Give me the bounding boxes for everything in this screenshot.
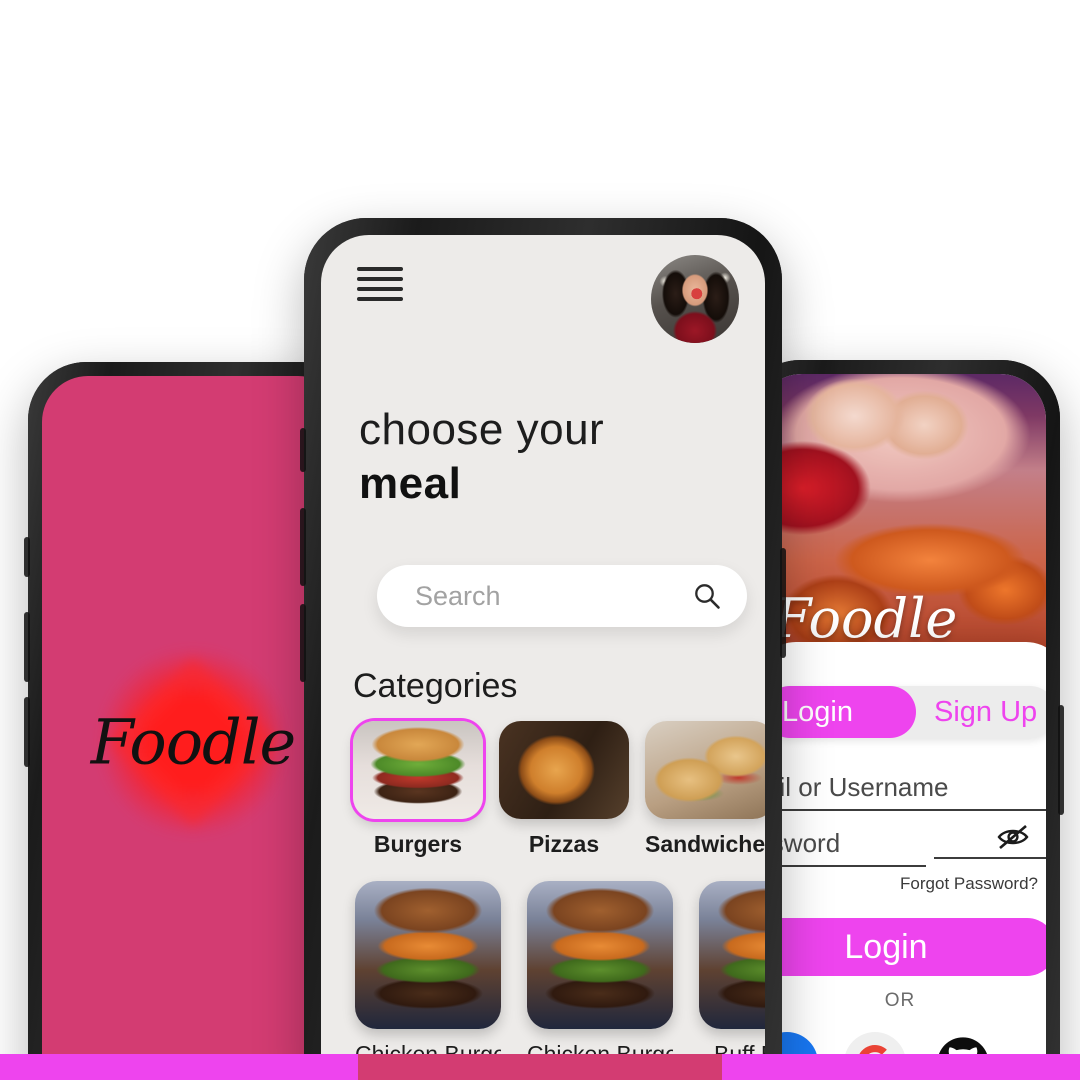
category-label: Pizzas bbox=[528, 831, 600, 857]
phone-left-screen: Foodle bbox=[42, 376, 344, 1080]
category-thumb-pizzas bbox=[499, 721, 629, 819]
hero-logo-text: Foodle bbox=[774, 587, 958, 650]
auth-tab-group: Login Sign Up bbox=[764, 686, 1046, 738]
side-button-volume-down[interactable] bbox=[300, 604, 306, 682]
category-thumb-sandwiches bbox=[645, 721, 765, 819]
item-thumb bbox=[355, 881, 501, 1029]
side-button-volume-down[interactable] bbox=[24, 697, 30, 767]
side-button-mute[interactable] bbox=[24, 537, 30, 577]
phone-right-screen: Foodle Login Sign Up Email or Username P… bbox=[756, 374, 1046, 1080]
password-field-underline-extension bbox=[934, 857, 1046, 859]
tab-signup[interactable]: Sign Up bbox=[934, 686, 1037, 738]
login-hero-image: Foodle bbox=[756, 374, 1046, 674]
tab-login[interactable]: Login bbox=[782, 686, 853, 738]
section-heading-categories: Categories bbox=[353, 667, 518, 705]
category-card-pizzas[interactable]: Pizzas bbox=[499, 721, 629, 858]
login-submit-label: Login bbox=[844, 928, 928, 966]
search-placeholder: Search bbox=[415, 581, 501, 611]
page-title-line1: choose your bbox=[359, 405, 605, 454]
side-button-power[interactable] bbox=[1058, 705, 1064, 815]
search-icon[interactable] bbox=[693, 582, 721, 610]
item-thumb bbox=[527, 881, 673, 1029]
category-card-burgers[interactable]: Burgers bbox=[353, 721, 483, 858]
page-title-line2: meal bbox=[359, 459, 462, 508]
burger-image bbox=[353, 721, 483, 819]
category-label: Sandwiches bbox=[645, 831, 765, 857]
bottom-color-strip bbox=[0, 1054, 1080, 1080]
side-button-volume-up[interactable] bbox=[300, 508, 306, 586]
item-card[interactable]: Chicken Burger bbox=[355, 881, 501, 1068]
avatar-photo bbox=[651, 255, 739, 343]
item-card[interactable]: Chicken Burger bbox=[527, 881, 673, 1068]
search-input[interactable]: Search bbox=[377, 565, 747, 627]
side-button-mute[interactable] bbox=[300, 428, 306, 472]
category-row: Burgers Pizzas Sandwiches bbox=[353, 721, 765, 871]
item-row: Chicken Burger Chicken Burger Buff Burge… bbox=[349, 881, 765, 1080]
screenshot-canvas: Foodle Foodle Login Sign Up Email or Use… bbox=[0, 0, 1080, 1080]
pizza-image bbox=[499, 721, 629, 819]
hamburger-menu-icon[interactable] bbox=[357, 267, 403, 301]
eye-off-icon[interactable] bbox=[996, 824, 1030, 850]
category-label: Burgers bbox=[373, 831, 463, 857]
side-button-power[interactable] bbox=[780, 548, 786, 658]
phone-center-home: choose your meal Search Categories Burge… bbox=[300, 218, 786, 1080]
or-divider-label: OR bbox=[884, 990, 916, 1011]
phone-right-login: Foodle Login Sign Up Email or Username P… bbox=[742, 360, 1064, 1080]
side-button-volume-up[interactable] bbox=[24, 612, 30, 682]
login-submit-button[interactable]: Login bbox=[756, 918, 1046, 976]
email-or-username-field[interactable]: Email or Username bbox=[756, 772, 1046, 811]
login-card: Login Sign Up Email or Username Password… bbox=[756, 642, 1046, 1080]
category-card-sandwiches[interactable]: Sandwiches bbox=[645, 721, 765, 858]
phone-center-screen: choose your meal Search Categories Burge… bbox=[321, 235, 765, 1080]
category-thumb-burgers bbox=[353, 721, 483, 819]
splash-logo-text: Foodle bbox=[90, 705, 296, 779]
chicken-burger-image bbox=[355, 881, 501, 1029]
item-thumb bbox=[699, 881, 765, 1029]
avatar[interactable] bbox=[651, 255, 739, 343]
sandwich-image bbox=[645, 721, 765, 819]
chicken-burger-image bbox=[527, 881, 673, 1029]
bottom-strip-middle-segment bbox=[358, 1054, 722, 1080]
forgot-password-link[interactable]: Forgot Password? bbox=[900, 874, 1038, 894]
item-card[interactable]: Buff Burger bbox=[699, 881, 765, 1068]
buff-burger-image bbox=[699, 881, 765, 1029]
